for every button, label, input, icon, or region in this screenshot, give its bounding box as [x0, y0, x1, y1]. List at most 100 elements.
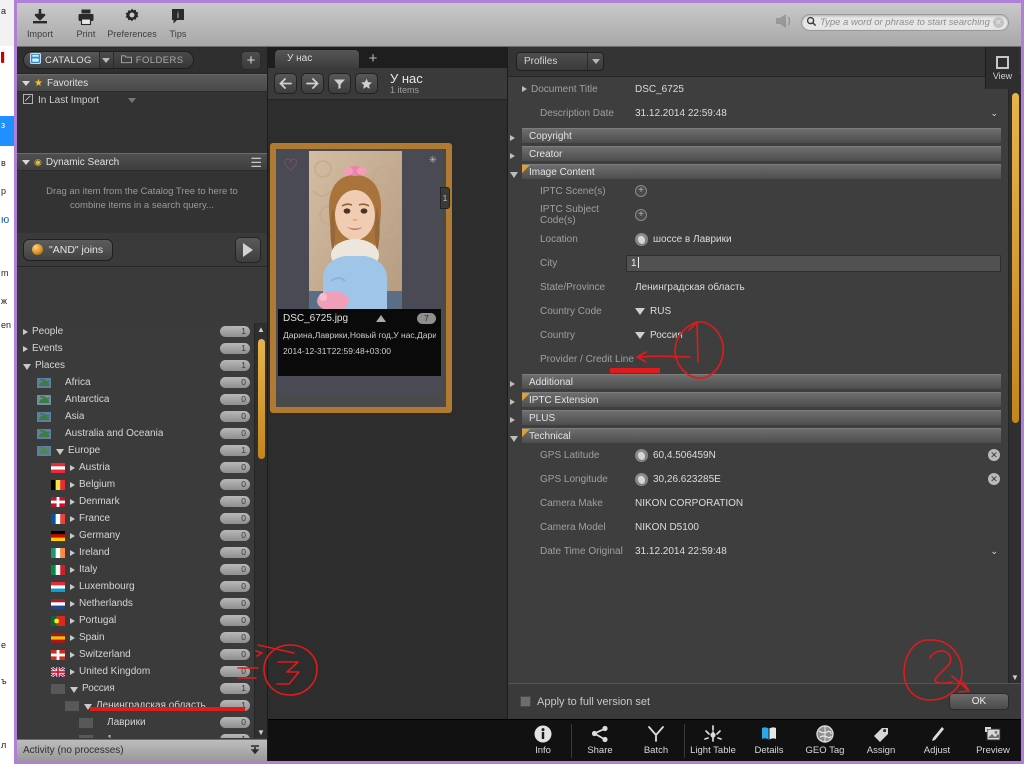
meta-scroll-down-icon[interactable]: ▼ — [1009, 671, 1021, 683]
tree-item[interactable]: People 1 — [17, 323, 254, 340]
chevron-right-icon[interactable] — [70, 600, 75, 607]
tree-scrollbar[interactable]: ▲ ▼ — [254, 323, 267, 738]
search-clear-icon[interactable]: ✕ — [993, 17, 1004, 28]
chevron-down-icon[interactable] — [510, 172, 518, 178]
city-input[interactable]: 1 — [626, 254, 1001, 272]
preferences-button[interactable]: Preferences — [107, 3, 157, 47]
ok-button[interactable]: OK — [949, 693, 1009, 710]
thumbnail-card[interactable]: ♡ ✳ 1 DSC_6725.jpg 7 Дарина,Лаврики,Новы… — [270, 143, 452, 413]
chevron-down-icon[interactable]: ⌄ — [990, 546, 998, 557]
chevron-down-icon[interactable] — [510, 436, 518, 442]
metadata-fields[interactable]: Document Title DSC_6725 Description Date 31… — [508, 77, 1008, 683]
tree-item[interactable]: Ленинградская область 1 — [17, 697, 254, 714]
chevron-right-icon[interactable] — [70, 668, 75, 675]
tree-item[interactable]: Россия 1 — [17, 680, 254, 697]
tree-item[interactable]: Italy 0 — [17, 561, 254, 578]
dock-item-batch[interactable]: Batch — [628, 720, 684, 761]
chevron-down-icon[interactable] — [635, 307, 645, 315]
tree-item[interactable]: Ireland 0 — [17, 544, 254, 561]
announcements-icon[interactable] — [774, 13, 794, 32]
filter-button[interactable] — [328, 73, 351, 94]
chevron-down-icon[interactable]: ⌄ — [990, 108, 998, 119]
chevron-right-icon[interactable] — [70, 617, 75, 624]
metadata-section[interactable]: IPTC Extension — [508, 392, 1008, 407]
dynamic-search-header[interactable]: ◉ Dynamic Search ☰ — [17, 153, 267, 171]
scroll-down-icon[interactable]: ▼ — [255, 726, 267, 738]
dock-item-adjust[interactable]: Adjust — [909, 720, 965, 761]
chevron-right-icon[interactable] — [510, 153, 515, 159]
chevron-right-icon[interactable] — [70, 481, 75, 488]
metadata-field[interactable]: Document Title DSC_6725 — [508, 77, 1008, 101]
catalog-dropdown-caret[interactable] — [98, 52, 114, 68]
chevron-right-icon[interactable] — [23, 345, 28, 352]
chevron-right-icon[interactable] — [23, 328, 28, 335]
clear-field-icon[interactable]: ✕ — [988, 449, 1000, 461]
metadata-field[interactable]: Camera Make NIKON CORPORATION — [508, 491, 1008, 515]
metadata-field[interactable]: Provider / Credit Line — [508, 347, 1008, 371]
metadata-field[interactable]: IPTC Subject Code(s) + — [508, 203, 1008, 227]
metadata-field[interactable]: State/Province Ленинградская область — [508, 275, 1008, 299]
folders-tab[interactable]: FOLDERS — [113, 52, 194, 68]
tree-scrollbar-thumb[interactable] — [258, 339, 265, 459]
tree-item[interactable]: Europe 1 — [17, 442, 254, 459]
tree-item[interactable]: Events 1 — [17, 340, 254, 357]
metadata-scrollbar[interactable]: ▲ ▼ — [1008, 77, 1021, 683]
chevron-right-icon[interactable] — [510, 381, 515, 387]
add-tab-button[interactable]: + — [360, 49, 386, 68]
apply-full-version-checkbox[interactable] — [520, 696, 531, 707]
scroll-up-icon[interactable]: ▲ — [255, 323, 267, 335]
view-button[interactable]: View — [985, 47, 1019, 89]
back-button[interactable] — [274, 73, 297, 94]
heart-icon[interactable]: ♡ — [283, 157, 298, 174]
chevron-down-icon[interactable] — [635, 331, 645, 339]
chevron-right-icon[interactable] — [70, 566, 75, 573]
favorites-header[interactable]: ★ Favorites — [17, 74, 267, 92]
profiles-select[interactable]: Profiles — [516, 52, 604, 71]
metadata-field[interactable]: City 1 — [508, 251, 1008, 275]
stack-count-tab[interactable]: 1 — [440, 187, 450, 209]
tree-item[interactable]: 11 — [17, 731, 254, 738]
add-catalog-button[interactable]: + — [241, 50, 261, 70]
metadata-section[interactable]: Creator — [508, 146, 1008, 161]
metadata-section[interactable]: Image Content — [508, 164, 1008, 179]
tree-item[interactable]: Antarctica 0 — [17, 391, 254, 408]
chevron-right-icon[interactable] — [70, 651, 75, 658]
tree-item[interactable]: Africa 0 — [17, 374, 254, 391]
metadata-field[interactable]: Location шоссе в Лаврики — [508, 227, 1008, 251]
dock-item-geo-tag[interactable]: GEO Tag — [797, 720, 853, 761]
forward-button[interactable] — [301, 73, 324, 94]
chevron-right-icon[interactable] — [522, 86, 527, 92]
tree-item[interactable]: Australia and Oceania 0 — [17, 425, 254, 442]
tree-item[interactable]: Austria 0 — [17, 459, 254, 476]
run-search-button[interactable] — [235, 236, 261, 263]
tree-item[interactable]: Netherlands 0 — [17, 595, 254, 612]
add-icon[interactable]: + — [635, 185, 647, 197]
tree-item[interactable]: Germany 0 — [17, 527, 254, 544]
metadata-section[interactable]: PLUS — [508, 410, 1008, 425]
search-input[interactable]: Type a word or phrase to start searching… — [801, 14, 1009, 31]
chevron-down-icon[interactable] — [70, 686, 78, 693]
metadata-field[interactable]: Camera Model NIKON D5100 — [508, 515, 1008, 539]
metadata-field[interactable]: Country Code RUS — [508, 299, 1008, 323]
in-last-import-item[interactable]: In Last Import — [17, 92, 267, 109]
metadata-section[interactable]: Additional — [508, 374, 1008, 389]
dock-item-assign[interactable]: Assign — [853, 720, 909, 761]
and-joins-button[interactable]: "AND" joins — [23, 238, 113, 261]
tree-item[interactable]: Лаврики 0 — [17, 714, 254, 731]
in-last-import-caret[interactable] — [128, 98, 137, 103]
tips-button[interactable]: i Tips — [155, 3, 201, 47]
metadata-field[interactable]: IPTC Scene(s) + — [508, 179, 1008, 203]
thumbnail-expand-icon[interactable] — [375, 315, 386, 322]
favorite-filter-button[interactable] — [355, 73, 378, 94]
chevron-down-icon[interactable] — [84, 703, 92, 710]
chevron-right-icon[interactable] — [510, 135, 515, 141]
dynamic-search-dropzone[interactable]: Drag an item from the Catalog Tree to he… — [17, 171, 267, 233]
clear-field-icon[interactable]: ✕ — [988, 473, 1000, 485]
tree-item[interactable]: Spain 0 — [17, 629, 254, 646]
tree-item[interactable]: United Kingdom 0 — [17, 663, 254, 680]
dock-item-light-table[interactable]: Light Table — [685, 720, 741, 761]
catalog-tab[interactable]: CATALOG — [24, 52, 99, 68]
import-button[interactable]: Import — [17, 3, 63, 47]
chevron-down-icon[interactable] — [56, 448, 64, 455]
dock-item-preview[interactable]: Preview — [965, 720, 1021, 761]
